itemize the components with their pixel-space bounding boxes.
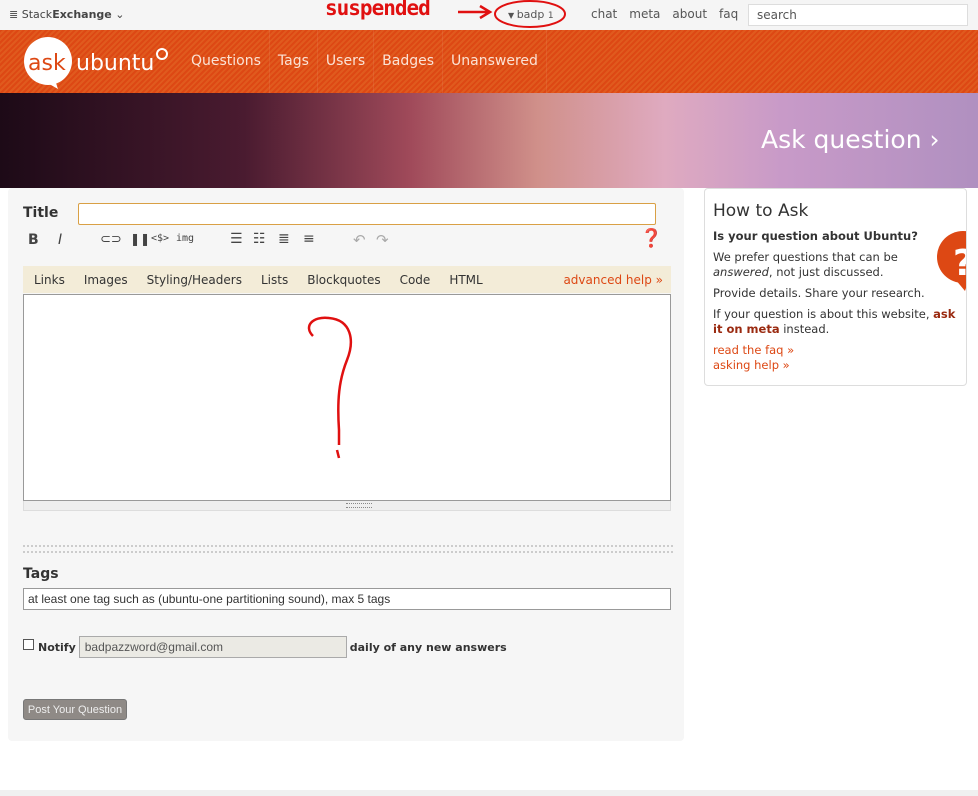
nav-questions[interactable]: Questions	[183, 30, 270, 93]
user-menu[interactable]: ▼ badp 1	[508, 8, 554, 21]
ask-question-heading: Ask question ›	[761, 125, 940, 154]
sidebar-para-2: Provide details. Share your research.	[713, 286, 925, 300]
help-tab-styling[interactable]: Styling/Headers	[147, 273, 242, 287]
title-label: Title	[23, 205, 59, 221]
divider	[23, 545, 673, 553]
editor-help-tabs: Links Images Styling/Headers Lists Block…	[23, 266, 671, 293]
stackexchange-menu[interactable]: ≣ StackExchange ⌄	[9, 8, 124, 21]
svg-text:?: ?	[953, 243, 967, 284]
help-tab-lists[interactable]: Lists	[261, 273, 288, 287]
chevron-down-icon: ⌄	[111, 8, 125, 21]
help-tab-blockquotes[interactable]: Blockquotes	[307, 273, 380, 287]
footer	[0, 790, 978, 796]
top-bar: ≣ StackExchange ⌄ ▼ badp 1 chat meta abo…	[0, 0, 978, 30]
triangle-down-icon: ▼	[508, 11, 517, 20]
how-to-ask-panel: ? How to Ask Is your question about Ubun…	[704, 188, 967, 386]
bulleted-list-icon[interactable]: ☷	[253, 231, 266, 247]
site-header: ask ubuntu Questions Tags Users Badges U…	[0, 30, 978, 93]
numbered-list-icon[interactable]: ☰	[230, 231, 243, 247]
blockquote-icon[interactable]: ❚❚	[130, 232, 150, 246]
link-meta[interactable]: meta	[629, 7, 660, 21]
bold-button[interactable]: B	[28, 232, 39, 248]
reputation: 1	[547, 11, 554, 21]
svg-text:ubuntu: ubuntu	[76, 51, 154, 76]
undo-icon[interactable]: ↶	[353, 231, 366, 249]
notify-checkbox[interactable]	[23, 638, 34, 650]
nav-users[interactable]: Users	[318, 30, 375, 93]
heading-icon[interactable]: ≣	[278, 231, 290, 247]
question-body-textarea[interactable]	[23, 294, 671, 501]
nav-unanswered[interactable]: Unanswered	[443, 30, 547, 93]
italic-button[interactable]: I	[58, 232, 62, 248]
editor-resize-handle[interactable]	[23, 501, 671, 511]
nav-badges[interactable]: Badges	[374, 30, 444, 93]
askubuntu-logo[interactable]: ask ubuntu	[24, 37, 174, 92]
annotation-question-mark	[307, 316, 353, 459]
sidebar-question: Is your question about Ubuntu?	[713, 229, 918, 243]
code-button[interactable]: <$>	[151, 233, 169, 244]
search-input[interactable]: search	[748, 4, 968, 26]
notify-label: Notify	[38, 640, 76, 654]
link-about[interactable]: about	[672, 7, 707, 21]
asking-help-link[interactable]: asking help »	[713, 358, 958, 373]
help-icon[interactable]: ❓	[640, 228, 662, 249]
how-to-ask-title: How to Ask	[713, 201, 809, 221]
sidebar-para-3: If your question is about this website, …	[713, 307, 956, 336]
question-mark-icon: ?	[937, 231, 967, 291]
nav-tags[interactable]: Tags	[270, 30, 318, 93]
post-question-button[interactable]: Post Your Question	[23, 699, 127, 720]
question-form: Title B I ⊂⊃ ❚❚ <$> img ☰ ☷ ≣ ≡ ↶ ↷ ❓ Li…	[8, 188, 684, 741]
banner: Ask question ›	[0, 93, 978, 188]
svg-text:ask: ask	[28, 51, 66, 76]
help-tab-html[interactable]: HTML	[449, 273, 482, 287]
tags-input[interactable]: at least one tag such as (ubuntu-one par…	[23, 588, 671, 610]
redo-icon[interactable]: ↷	[376, 231, 389, 249]
title-input[interactable]	[78, 203, 656, 225]
read-faq-link[interactable]: read the faq »	[713, 343, 958, 358]
sidebar-para-1: We prefer questions that can be answered…	[713, 250, 898, 279]
link-chat[interactable]: chat	[591, 7, 617, 21]
notify-suffix: daily of any new answers	[349, 640, 507, 654]
link-icon[interactable]: ⊂⊃	[100, 232, 122, 247]
help-tab-links[interactable]: Links	[34, 273, 65, 287]
link-faq[interactable]: faq	[719, 7, 738, 21]
image-button[interactable]: img	[176, 233, 194, 244]
email-field[interactable]: badpazzword@gmail.com	[78, 636, 347, 658]
tags-label: Tags	[23, 566, 59, 582]
help-tab-images[interactable]: Images	[84, 273, 128, 287]
help-tab-code[interactable]: Code	[400, 273, 431, 287]
annotation-suspended: suspended	[325, 0, 431, 20]
menu-icon: ≣	[9, 8, 22, 21]
horizontal-rule-icon[interactable]: ≡	[303, 231, 315, 247]
advanced-help-link[interactable]: advanced help »	[563, 273, 663, 287]
